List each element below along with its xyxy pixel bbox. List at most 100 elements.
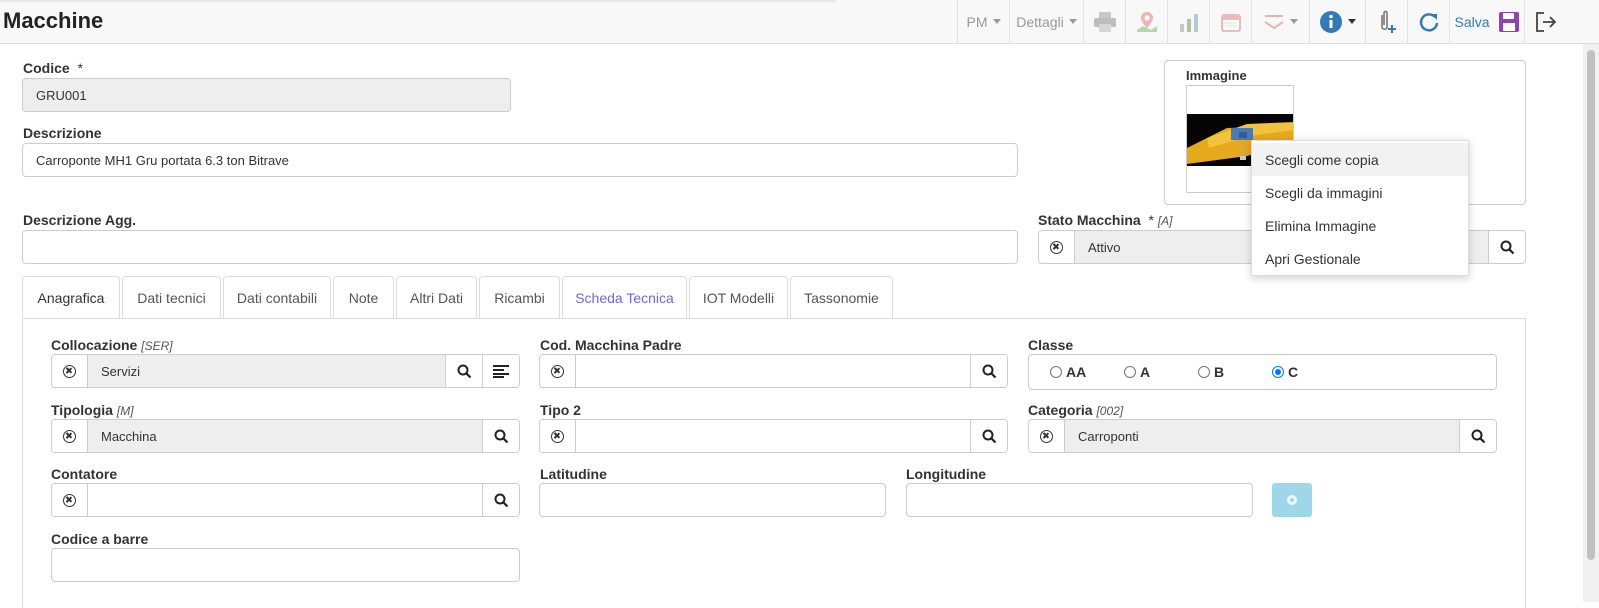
tab-altri-dati[interactable]: Altri Dati [396,276,477,319]
stato-macchina-label-text: Stato Macchina [1038,212,1141,228]
radio-classe-a[interactable]: A [1124,364,1150,380]
clear-circle-icon [551,364,564,378]
search-icon [1471,429,1485,443]
chart-button[interactable] [1167,0,1209,43]
contatore-lookup [51,483,520,517]
geolocate-button[interactable] [1272,483,1312,517]
info-dropdown[interactable] [1309,0,1365,43]
refresh-button[interactable] [1407,0,1449,43]
clear-button[interactable] [52,420,88,452]
descrizione-agg-field[interactable] [22,230,1018,264]
tab-iot-modelli[interactable]: IOT Modelli [689,276,788,319]
clear-circle-icon [551,429,564,443]
radio-circle-selected [1272,366,1284,378]
radio-classe-aa[interactable]: AA [1050,364,1086,380]
toolbar: Macchine PM Dettagli Salva [0,0,1599,44]
attach-button[interactable] [1365,0,1407,43]
clear-button[interactable] [52,484,88,516]
tipologia-field[interactable]: Macchina [88,420,482,452]
latitudine-label: Latitudine [540,466,607,482]
search-button[interactable] [482,420,519,452]
stato-macchina-label: Stato Macchina * [A] [1038,212,1173,228]
radio-label: A [1140,364,1151,380]
clear-button[interactable] [540,420,576,452]
exit-button[interactable] [1524,0,1566,43]
map-pin-icon [1136,11,1157,32]
search-button[interactable] [1488,231,1525,263]
tab-tassonomie[interactable]: Tassonomie [790,276,893,319]
search-icon [494,429,508,443]
chevron-down-icon [992,19,1001,24]
categoria-field[interactable]: Carroponti [1065,420,1459,452]
search-button[interactable] [970,420,1007,452]
pm-dropdown[interactable]: PM [957,0,1009,43]
longitudine-field[interactable] [906,483,1253,517]
workflow-icon [1264,14,1284,29]
tree-list-button[interactable] [482,355,519,387]
workflow-dropdown[interactable] [1251,0,1309,43]
clear-circle-icon [63,429,76,443]
contatore-label: Contatore [51,466,118,482]
tab-dati-contabili[interactable]: Dati contabili [223,276,331,319]
floppy-disk-icon [1498,11,1519,32]
required-marker: * [1148,212,1154,228]
radio-classe-b[interactable]: B [1198,364,1224,380]
cod-macchina-padre-field[interactable] [576,355,970,387]
menu-item-delete-image[interactable]: Elimina Immagine [1252,209,1468,242]
clear-button[interactable] [540,355,576,387]
tipologia-label-text: Tipologia [51,402,113,418]
collocazione-field[interactable]: Servizi [88,355,445,387]
clear-button[interactable] [52,355,88,387]
calendar-icon [1220,13,1241,32]
tipo2-field[interactable] [576,420,970,452]
clear-circle-icon [63,364,76,378]
collocazione-label: Collocazione [SER] [51,337,173,353]
codice-label: Codice * [23,60,83,76]
scrollbar[interactable] [1583,44,1599,602]
menu-item-choose-from-images[interactable]: Scegli da immagini [1252,176,1468,209]
cod-macchina-padre-label: Cod. Macchina Padre [540,337,682,353]
tab-dati-tecnici[interactable]: Dati tecnici [122,276,221,319]
search-button[interactable] [482,484,519,516]
search-button[interactable] [970,355,1007,387]
image-context-menu: Scegli come copia Scegli da immagini Eli… [1251,140,1469,276]
longitudine-label: Longitudine [906,466,987,482]
menu-item-choose-as-copy[interactable]: Scegli come copia [1252,143,1468,176]
codice-field[interactable]: GRU001 [22,78,511,112]
clear-circle-icon [1050,240,1063,254]
paperclip-add-icon [1380,10,1396,33]
tab-ricambi[interactable]: Ricambi [479,276,560,319]
globe-icon [1287,495,1297,505]
tipo2-lookup [539,419,1008,453]
categoria-label-text: Categoria [1028,402,1093,418]
radio-classe-c[interactable]: C [1272,364,1298,380]
save-button[interactable]: Salva [1449,0,1524,43]
descrizione-field[interactable]: Carroponte MH1 Gru portata 6.3 ton Bitra… [22,143,1018,177]
contatore-field[interactable] [88,484,482,516]
search-button[interactable] [445,355,482,387]
info-icon [1320,10,1342,33]
tab-anagrafica[interactable]: Anagrafica [22,276,120,319]
chevron-down-icon [1068,19,1077,24]
clear-button[interactable] [1029,420,1065,452]
details-dropdown[interactable]: Dettagli [1009,0,1083,43]
chevron-down-icon [1348,19,1356,24]
radio-circle [1124,366,1136,378]
scrollbar-thumb[interactable] [1587,50,1595,560]
tab-note[interactable]: Note [333,276,394,319]
tipologia-lookup: Macchina [51,419,520,453]
search-button[interactable] [1459,420,1496,452]
codice-barre-field[interactable] [51,548,520,582]
print-button[interactable] [1083,0,1125,43]
map-button[interactable] [1125,0,1167,43]
menu-item-open-manager[interactable]: Apri Gestionale [1252,242,1468,275]
clear-circle-icon [1040,429,1053,443]
printer-icon [1093,11,1116,32]
latitudine-field[interactable] [539,483,886,517]
calendar-button[interactable] [1209,0,1251,43]
radio-label: AA [1066,364,1087,380]
clear-button[interactable] [1039,231,1075,263]
search-icon [1500,240,1514,254]
codice-label-text: Codice [23,60,70,76]
tab-scheda-tecnica[interactable]: Scheda Tecnica [562,276,687,319]
